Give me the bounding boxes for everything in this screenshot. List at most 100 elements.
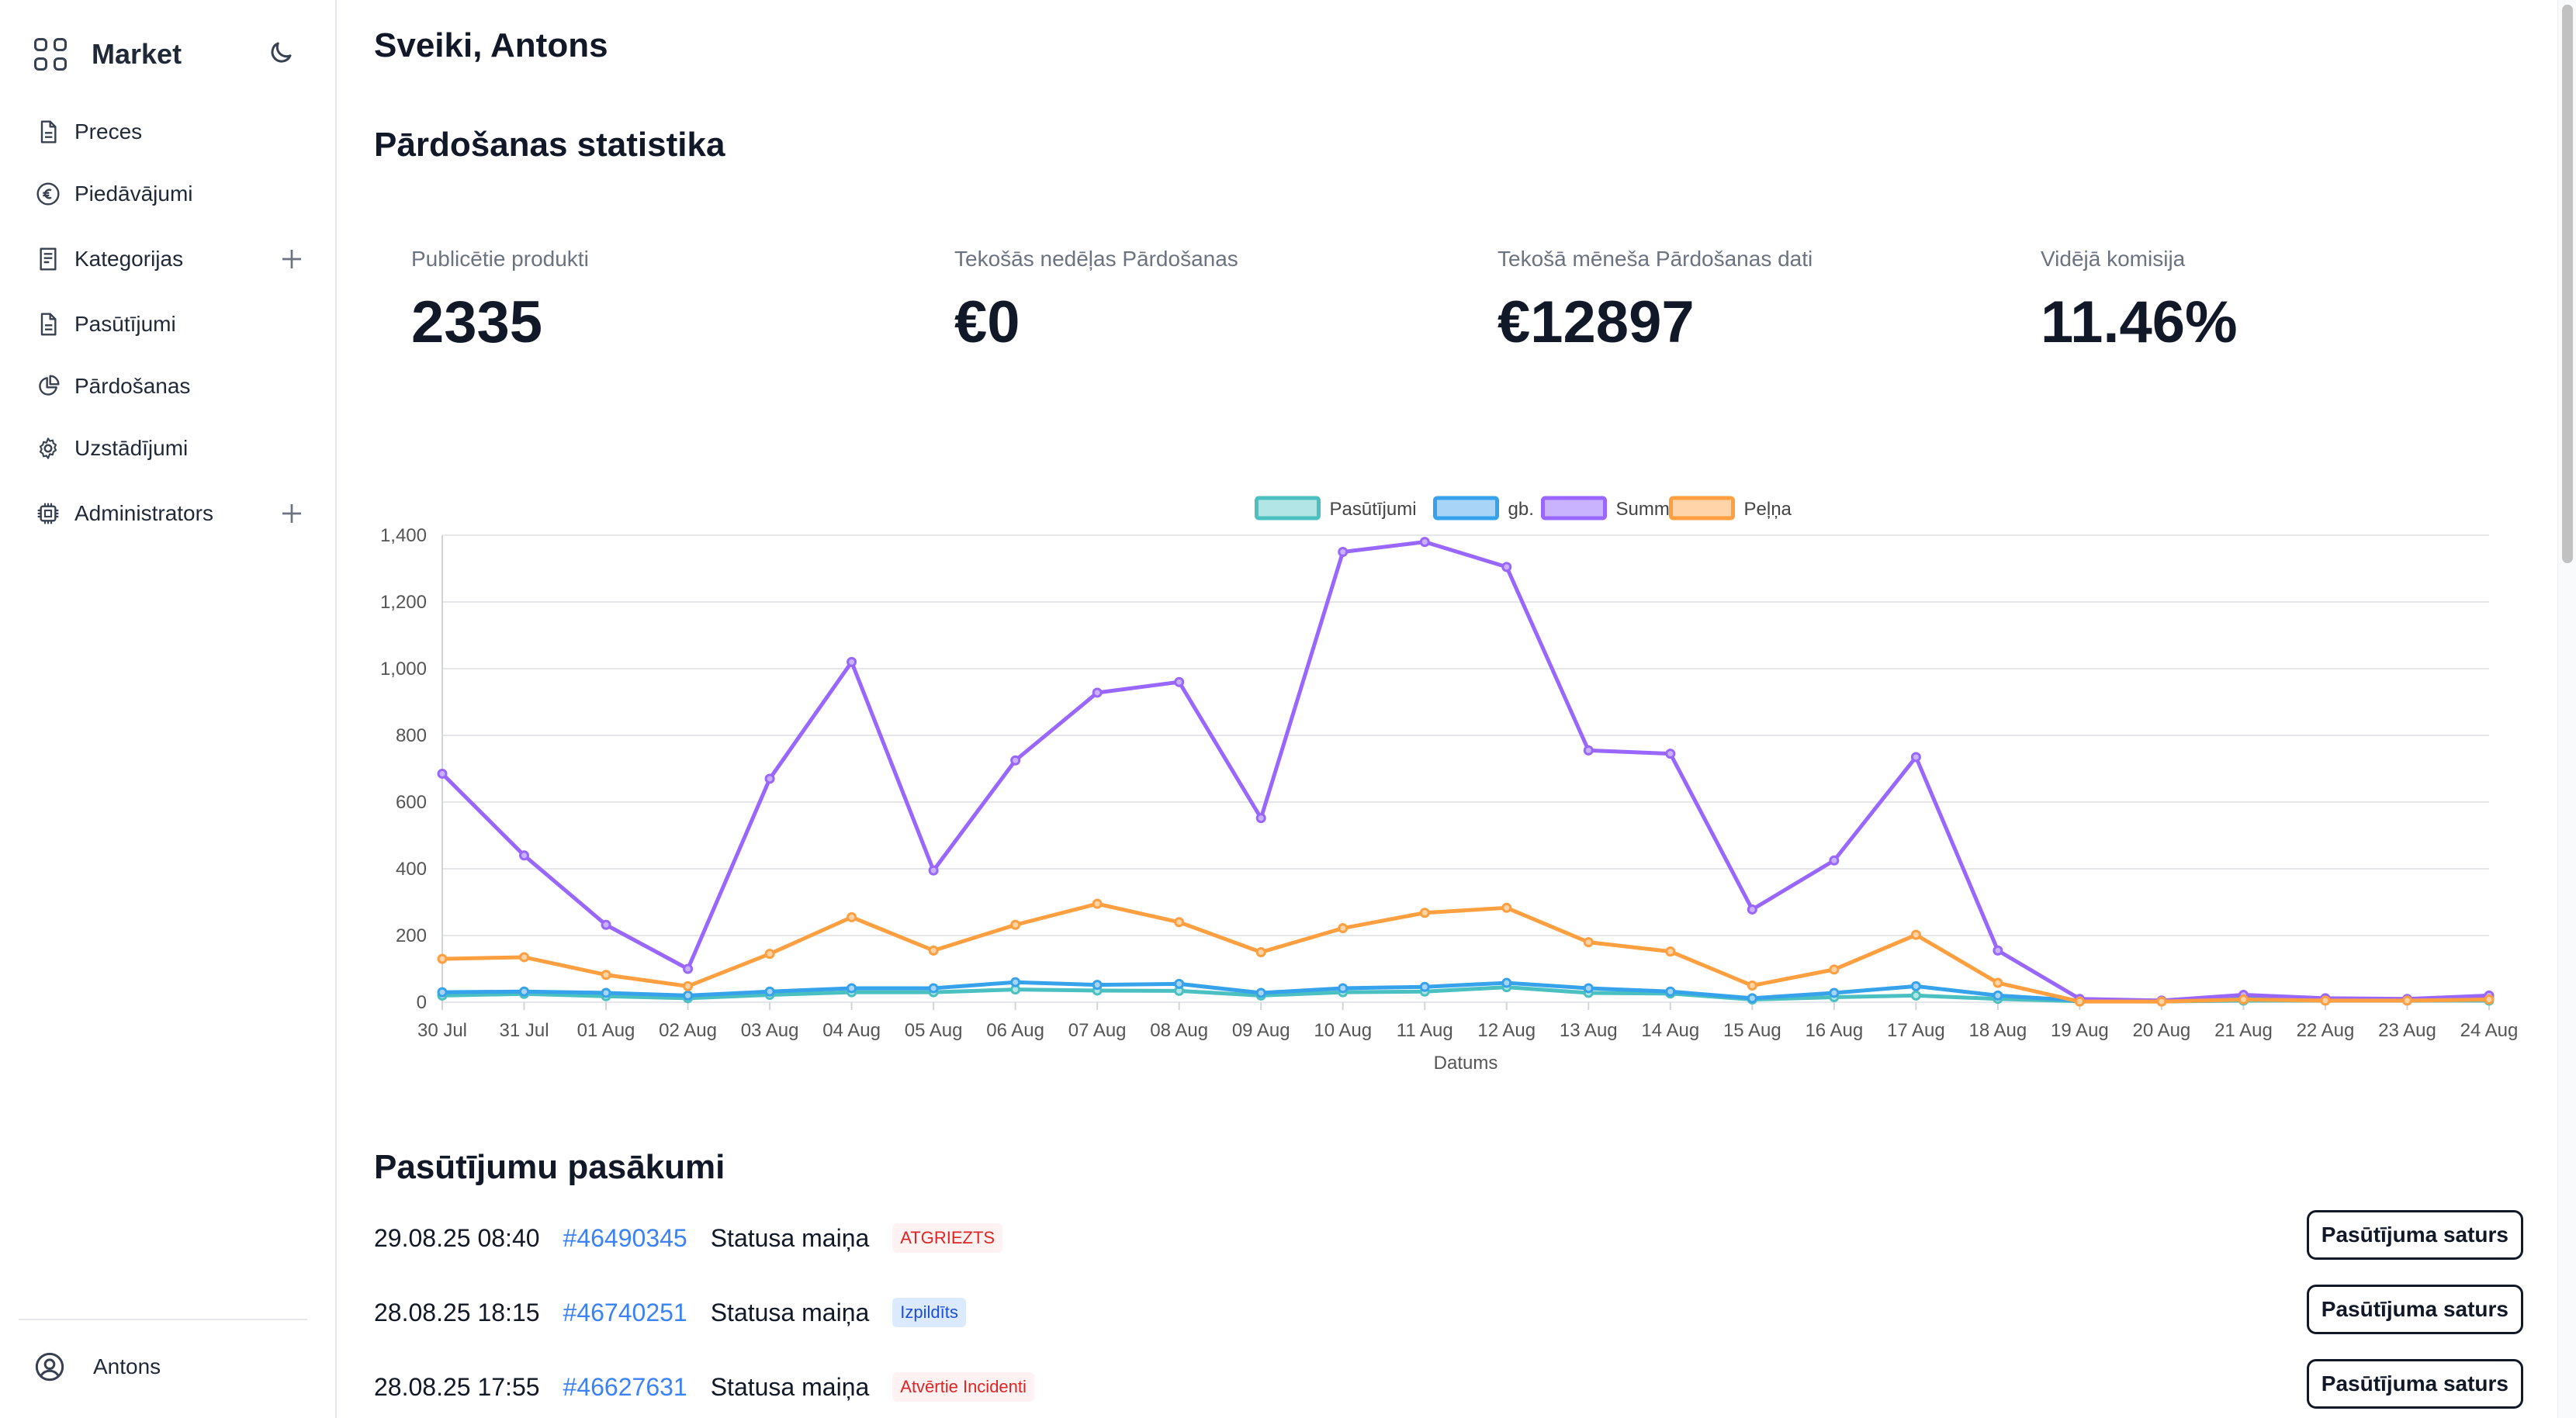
data-point xyxy=(928,865,939,876)
sidebar-item-label: Pasūtījumi xyxy=(74,312,176,336)
x-tick-label: 31 Jul xyxy=(499,1020,549,1041)
data-point xyxy=(601,970,611,980)
sidebar-item-label: Administrators xyxy=(74,501,213,525)
x-tick-label: 01 Aug xyxy=(577,1020,635,1041)
x-tick-label: 09 Aug xyxy=(1232,1020,1290,1041)
sidebar-item-label: Preces xyxy=(74,119,143,144)
data-point xyxy=(847,911,857,922)
data-point xyxy=(764,949,775,960)
brand-label: Market xyxy=(92,38,182,70)
order-link[interactable]: #46627631 xyxy=(563,1373,687,1402)
data-point xyxy=(1829,855,1840,866)
sidebar-item-preces[interactable]: Preces xyxy=(34,109,306,155)
data-point xyxy=(2156,996,2167,1007)
stat-value: €0 xyxy=(954,289,1020,355)
data-point xyxy=(1910,752,1921,763)
document-icon xyxy=(34,310,62,338)
data-point xyxy=(1419,981,1430,992)
stat-card: Tekošās nedēļas Pārdošanas €0 xyxy=(954,247,1451,356)
stat-value: 2335 xyxy=(411,289,543,355)
data-point xyxy=(1419,537,1430,548)
document-lines-icon xyxy=(34,245,62,273)
data-point xyxy=(1665,749,1676,759)
sidebar-item-administrators[interactable]: Administrators xyxy=(34,490,306,537)
data-point xyxy=(1747,993,1757,1004)
scrollbar[interactable] xyxy=(2557,0,2576,1418)
data-point xyxy=(2320,995,2331,1006)
data-point xyxy=(1993,990,2003,1001)
legend-swatch xyxy=(1433,496,1499,521)
sidebar-item-pardosanas[interactable]: Pārdošanas xyxy=(34,363,306,410)
y-tick-label: 1,400 xyxy=(380,525,427,546)
x-tick-label: 20 Aug xyxy=(2133,1020,2191,1041)
stat-value: 11.46% xyxy=(2041,289,2238,355)
x-tick-label: 05 Aug xyxy=(905,1020,963,1041)
data-point xyxy=(847,983,857,994)
data-point xyxy=(764,986,775,997)
sidebar-item-label: Piedāvājumi xyxy=(74,182,193,206)
y-tick-label: 600 xyxy=(396,792,427,813)
plus-icon[interactable] xyxy=(278,500,306,527)
data-point xyxy=(1665,946,1676,957)
series-line xyxy=(441,901,2490,1004)
data-point xyxy=(437,768,448,779)
sidebar: Market Preces Piedāvājumi Kategorijas Pa… xyxy=(0,0,337,1418)
legend-swatch xyxy=(1541,496,1607,521)
x-tick-label: 19 Aug xyxy=(2051,1020,2109,1041)
document-icon xyxy=(34,118,62,146)
sidebar-item-piedavajumi[interactable]: Piedāvājumi xyxy=(34,171,306,217)
y-tick-label: 0 xyxy=(417,992,427,1013)
stat-value: €12897 xyxy=(1497,289,1695,355)
order-content-button[interactable]: Pasūtījuma saturs xyxy=(2306,1285,2523,1334)
data-point xyxy=(1338,923,1349,934)
x-tick-label: 21 Aug xyxy=(2214,1020,2273,1041)
order-content-button[interactable]: Pasūtījuma saturs xyxy=(2306,1210,2523,1260)
event-type: Statusa maiņa xyxy=(710,1372,870,1401)
sidebar-item-uzstadijumi[interactable]: Uzstādījumi xyxy=(34,425,306,472)
data-point xyxy=(1174,917,1185,928)
order-link[interactable]: #46740251 xyxy=(563,1299,687,1327)
status-badge: ATGRIEZTS xyxy=(892,1223,1003,1253)
order-link[interactable]: #46490345 xyxy=(563,1224,687,1253)
stats-title: Pārdošanas statistika xyxy=(374,126,725,164)
sales-line-chart: 0 200 400 600 800 1,000 1,200 1,400 30 Jul 31 Jul… xyxy=(380,496,2519,1074)
y-tick-label: 800 xyxy=(396,725,427,746)
x-tick-label: 07 Aug xyxy=(1068,1020,1127,1041)
event-row: 28.08.25 18:15 #46740251 Statusa maiņa I… xyxy=(374,1285,2523,1340)
y-tick-label: 1,200 xyxy=(380,592,427,613)
data-point xyxy=(519,952,530,963)
data-point xyxy=(1255,987,1266,998)
apps-grid-icon xyxy=(34,38,67,71)
x-tick-label: 14 Aug xyxy=(1641,1020,1699,1041)
data-point xyxy=(1583,937,1594,948)
event-row: 28.08.25 17:55 #46627631 Statusa maiņa A… xyxy=(374,1359,2523,1415)
event-datetime: 28.08.25 18:15 xyxy=(374,1298,540,1326)
x-tick-label: 24 Aug xyxy=(2460,1020,2519,1041)
x-tick-label: 06 Aug xyxy=(986,1020,1044,1041)
data-point xyxy=(1338,983,1349,994)
stat-label: Tekošās nedēļas Pārdošanas xyxy=(954,247,1238,271)
data-point xyxy=(764,773,775,784)
data-point xyxy=(1747,904,1757,915)
x-tick-label: 15 Aug xyxy=(1723,1020,1781,1041)
moon-icon[interactable] xyxy=(267,39,295,67)
data-point xyxy=(1092,898,1103,909)
order-content-button[interactable]: Pasūtījuma saturs xyxy=(2306,1359,2523,1409)
data-point xyxy=(437,987,448,998)
user-profile[interactable]: Antons xyxy=(34,1347,161,1387)
sidebar-item-kategorijas[interactable]: Kategorijas xyxy=(34,236,306,282)
x-tick-label: 11 Aug xyxy=(1397,1020,1453,1041)
data-point xyxy=(1910,990,1921,1001)
x-tick-label: 13 Aug xyxy=(1560,1020,1618,1041)
data-point xyxy=(1010,977,1021,987)
data-point xyxy=(928,983,939,994)
series-line xyxy=(441,540,2490,1003)
data-point xyxy=(1419,908,1430,918)
sidebar-item-pasutijumi[interactable]: Pasūtījumi xyxy=(34,301,306,348)
plus-icon[interactable] xyxy=(278,245,306,273)
sidebar-item-label: Uzstādījumi xyxy=(74,436,189,460)
scrollbar-thumb[interactable] xyxy=(2562,5,2573,563)
data-point xyxy=(519,850,530,861)
event-type: Statusa maiņa xyxy=(710,1223,870,1252)
brand[interactable]: Market xyxy=(34,34,182,74)
